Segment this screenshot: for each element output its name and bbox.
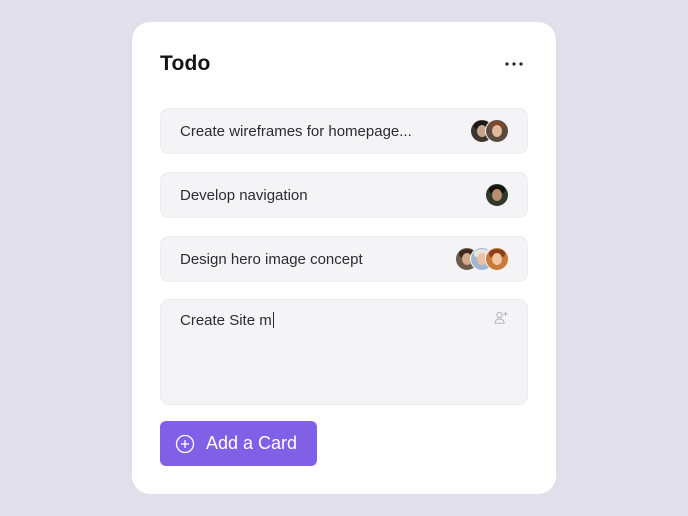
list-title: Todo <box>160 52 211 75</box>
add-card-label: Add a Card <box>206 433 298 453</box>
card-assignees[interactable] <box>455 247 509 271</box>
new-card-editor[interactable]: Create Site m <box>160 299 528 405</box>
new-card-input-value: Create Site m <box>180 312 272 329</box>
list-menu-button[interactable] <box>500 52 528 76</box>
add-user-icon[interactable] <box>493 310 509 326</box>
task-card-title: Develop navigation <box>180 186 308 204</box>
task-card-title: Design hero image concept <box>180 250 363 268</box>
new-card-input[interactable]: Create Site m <box>180 312 493 329</box>
task-card[interactable]: Create wireframes for homepage... <box>160 108 528 154</box>
card-assignees[interactable] <box>470 119 509 143</box>
card-assignees[interactable] <box>485 183 509 207</box>
more-horizontal-icon <box>505 62 523 66</box>
add-card-button[interactable]: Add a Card <box>160 421 317 466</box>
task-card[interactable]: Design hero image concept <box>160 236 528 282</box>
avatar <box>485 183 509 207</box>
task-card-title: Create wireframes for homepage... <box>180 122 412 140</box>
avatar <box>485 119 509 143</box>
task-card[interactable]: Develop navigation <box>160 172 528 218</box>
todo-list-panel: Todo Create wireframes for homepage... D… <box>132 22 556 494</box>
avatar <box>485 247 509 271</box>
text-caret <box>272 312 274 328</box>
plus-circle-icon <box>175 434 195 453</box>
